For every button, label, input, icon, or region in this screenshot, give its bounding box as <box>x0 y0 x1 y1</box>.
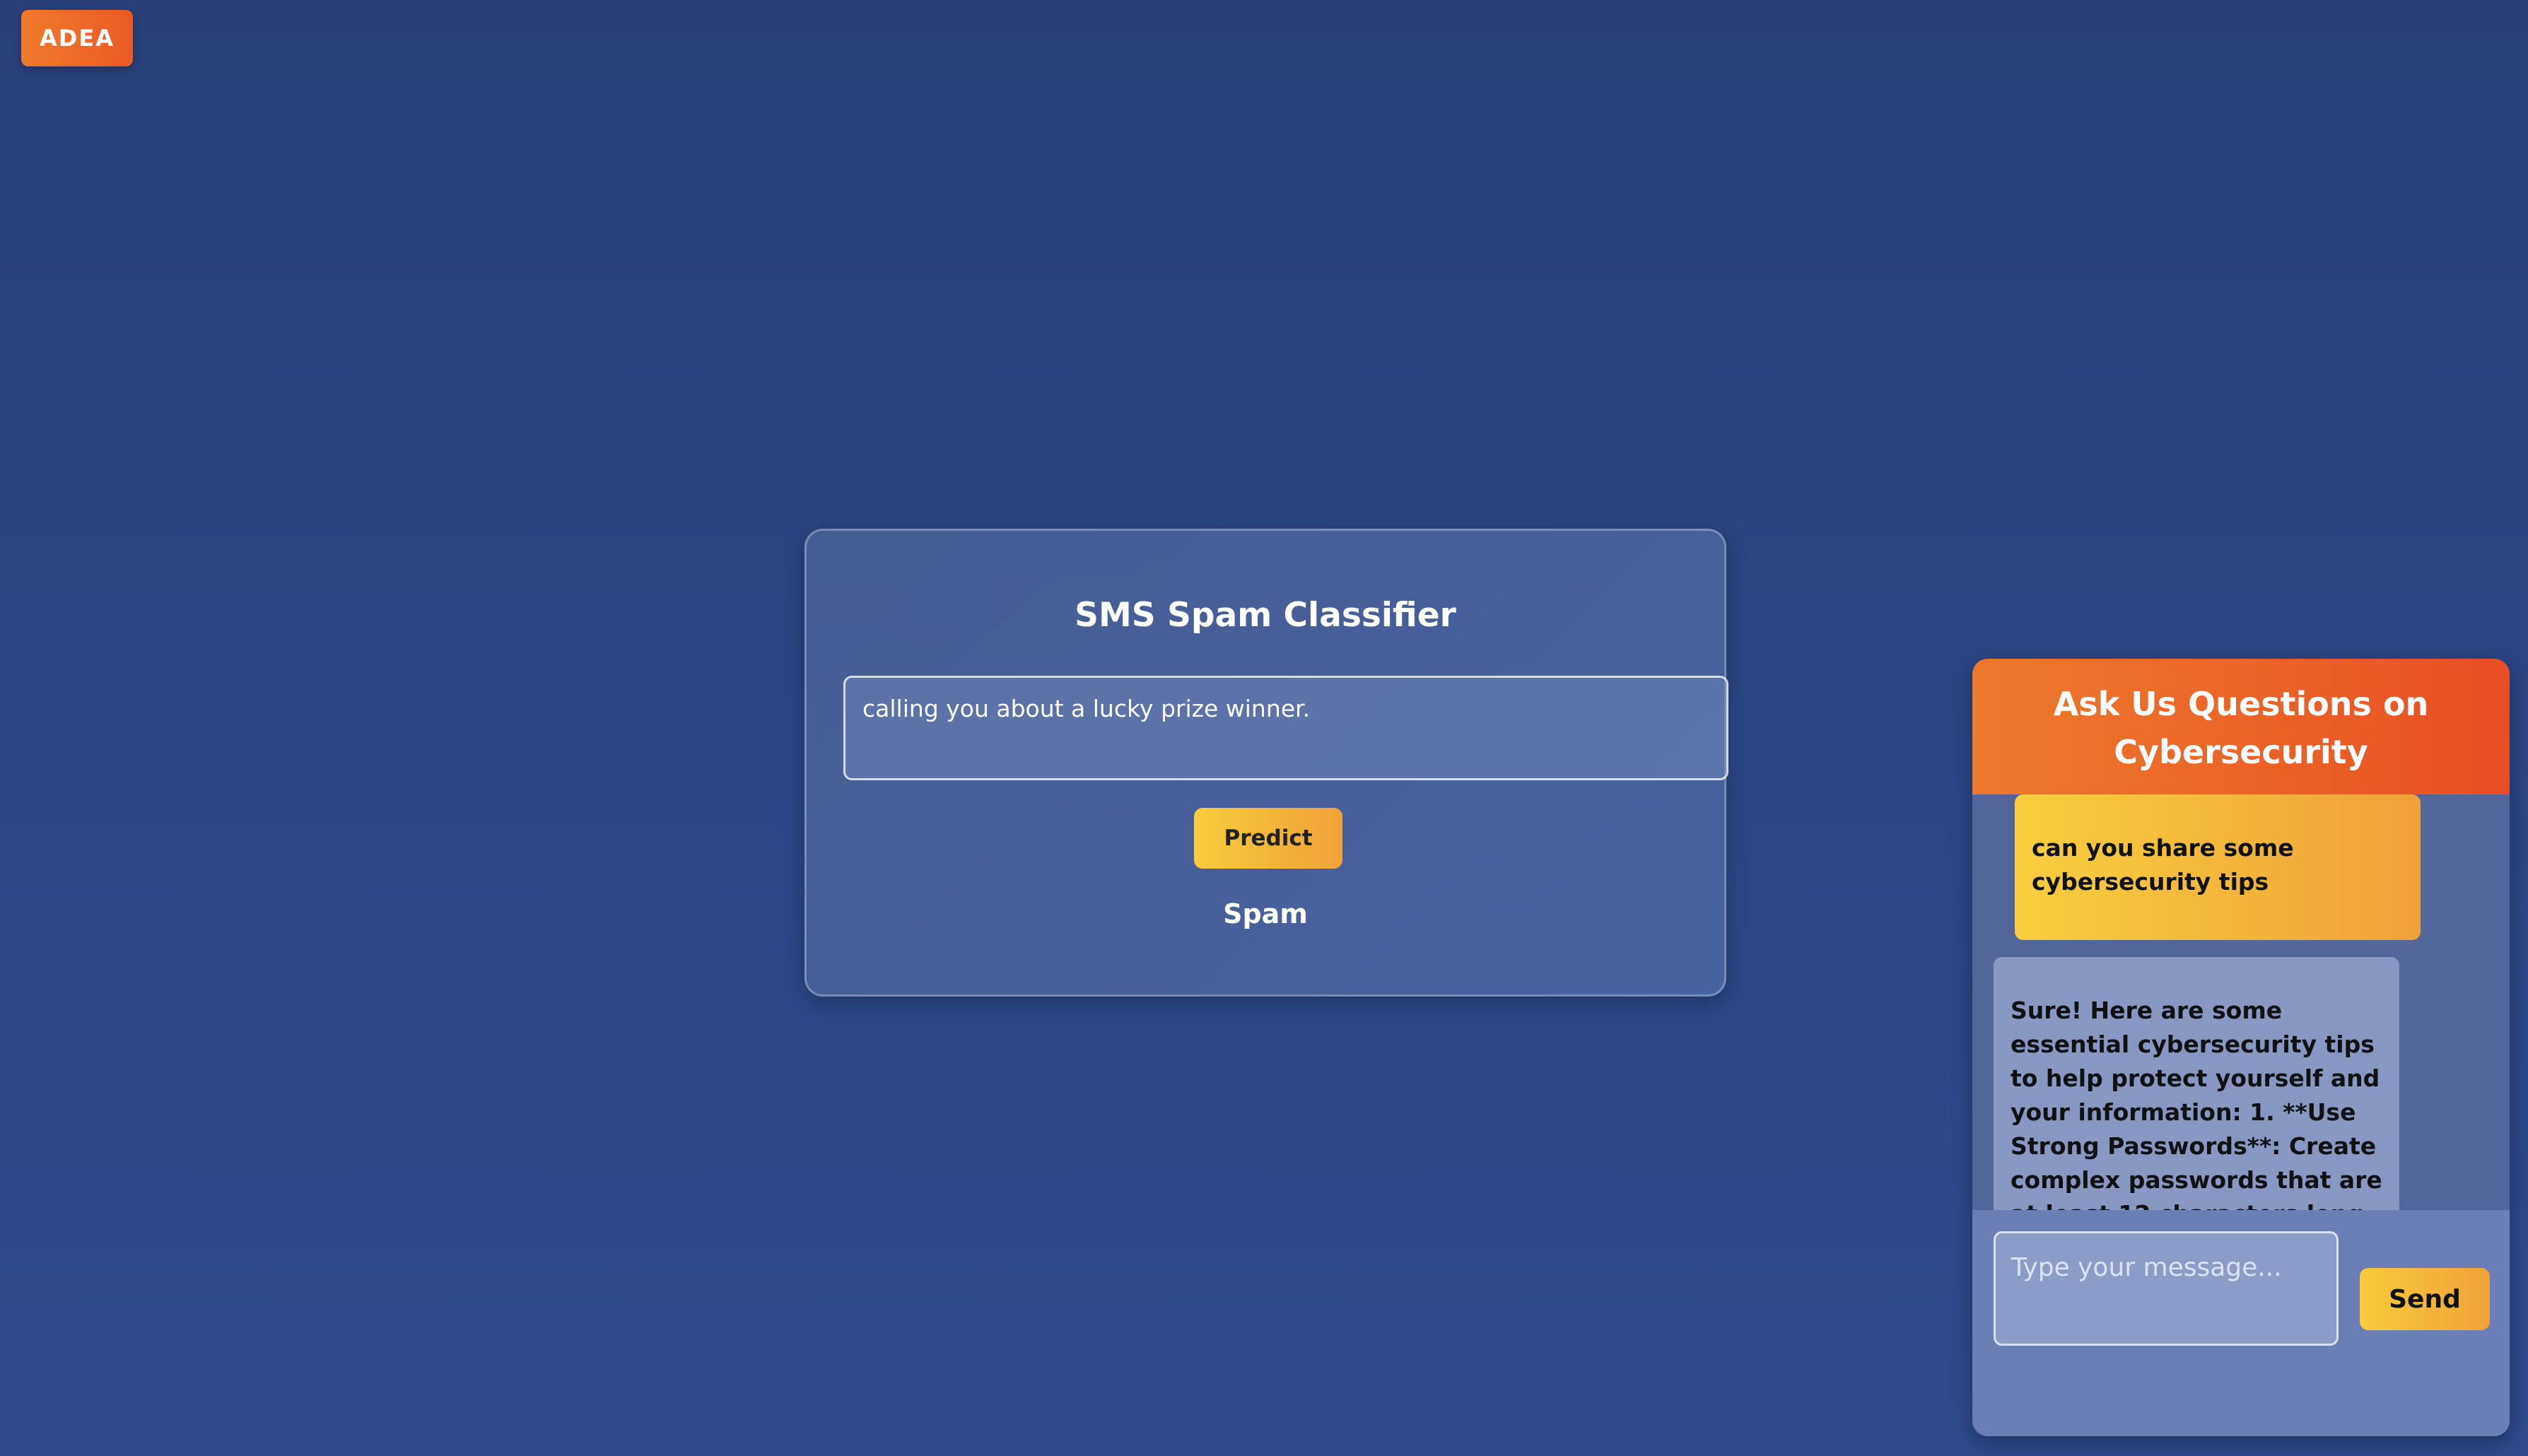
user-message: can you share some cybersecurity tips <box>2015 794 2421 940</box>
prediction-result: Spam <box>1223 898 1308 929</box>
chat-messages-list[interactable]: can you share some cybersecurity tips Su… <box>1972 794 2510 1210</box>
cybersecurity-chat-widget: Ask Us Questions on Cybersecurity can yo… <box>1972 659 2510 1436</box>
bot-message: Sure! Here are some essential cybersecur… <box>1994 957 2399 1210</box>
predict-button[interactable]: Predict <box>1194 808 1342 869</box>
brand-logo[interactable]: ADEA <box>21 10 133 66</box>
chat-input-bar: Send <box>1972 1210 2510 1436</box>
spam-classifier-card: SMS Spam Classifier calling you about a … <box>804 529 1728 997</box>
send-button[interactable]: Send <box>2360 1268 2490 1330</box>
classifier-title: SMS Spam Classifier <box>1075 596 1456 635</box>
chat-message-input[interactable] <box>1994 1231 2339 1346</box>
chat-header-title: Ask Us Questions on Cybersecurity <box>1972 659 2510 794</box>
sms-message-input[interactable]: calling you about a lucky prize winner. <box>843 676 1728 780</box>
